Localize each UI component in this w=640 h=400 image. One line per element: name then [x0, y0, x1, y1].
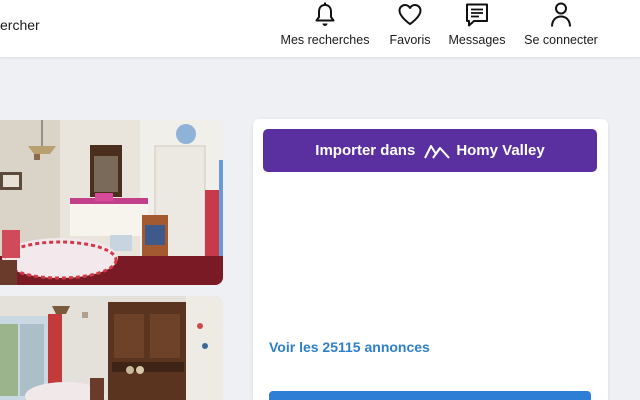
listing-photo-1[interactable]	[0, 120, 223, 285]
heart-icon	[397, 1, 423, 29]
import-button-label: Importer dans	[315, 142, 416, 159]
homy-valley-logo-icon	[424, 143, 451, 159]
nav-favoris[interactable]: Favoris	[386, 0, 434, 57]
see-all-listings-link[interactable]: Voir les 25115 annonces	[269, 339, 430, 355]
nav-se-connecter[interactable]: Se connecter	[522, 0, 600, 57]
import-homy-valley-button[interactable]: Importer dans Homy Valley	[263, 129, 597, 172]
user-icon	[549, 1, 573, 29]
primary-action-button[interactable]	[269, 391, 591, 400]
nav-label: Messages	[448, 33, 506, 47]
nav-messages[interactable]: Messages	[448, 0, 506, 57]
site-header: ercher Mes recherches Favoris Messages S…	[0, 0, 640, 57]
nav-label: Se connecter	[524, 33, 598, 47]
message-icon	[464, 1, 490, 29]
nav-label: Favoris	[389, 33, 431, 47]
nav-mes-recherches[interactable]: Mes recherches	[281, 0, 369, 57]
listing-photo-2[interactable]	[0, 296, 223, 400]
bell-icon	[313, 1, 337, 29]
listing-card: Importer dans Homy Valley Voir les 25115…	[253, 119, 608, 400]
import-button-brand: Homy Valley	[456, 142, 545, 159]
search-label[interactable]: ercher	[0, 17, 40, 33]
nav-label: Mes recherches	[280, 33, 370, 47]
